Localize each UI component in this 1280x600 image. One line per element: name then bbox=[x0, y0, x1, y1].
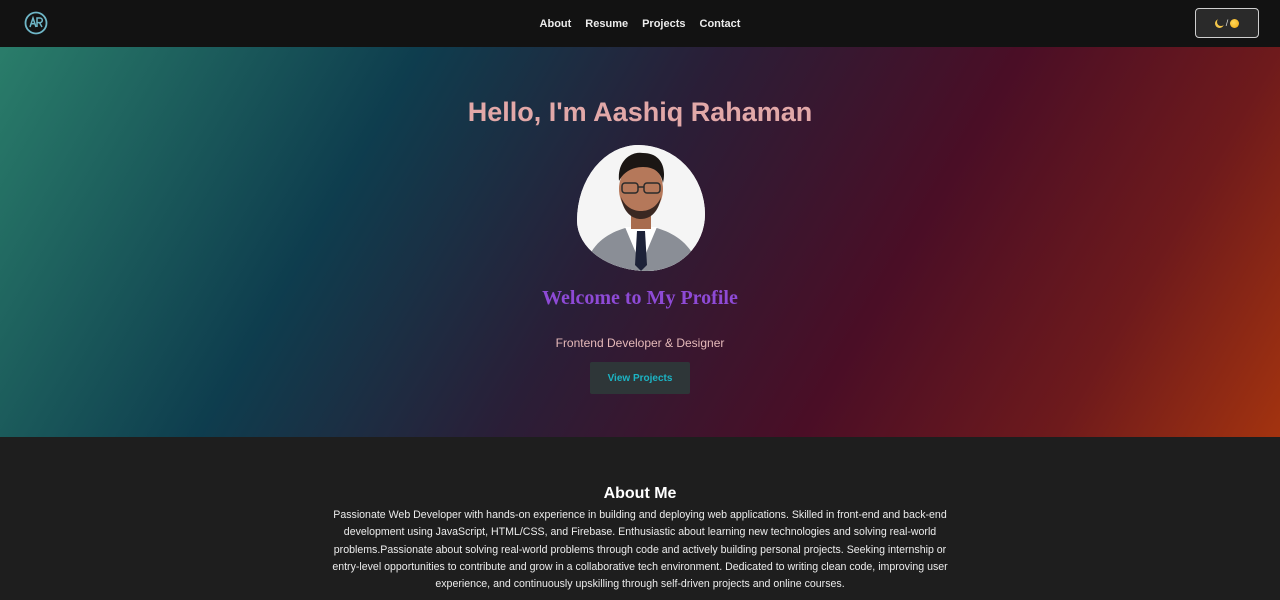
ar-monogram-icon[interactable] bbox=[24, 11, 48, 35]
theme-toggle-button[interactable]: / bbox=[1195, 8, 1259, 38]
view-projects-button[interactable]: View Projects bbox=[590, 362, 690, 394]
about-text: Passionate Web Developer with hands-on e… bbox=[332, 509, 948, 591]
hero-subtitle: Welcome to My Profile bbox=[542, 287, 738, 309]
hero-section: Hello, I'm Aashiq Rahaman Welcome to My … bbox=[0, 47, 1280, 437]
main-nav: About Resume Projects Contact bbox=[0, 0, 1280, 47]
about-title: About Me bbox=[603, 485, 677, 502]
nav-link-contact[interactable]: Contact bbox=[700, 18, 741, 30]
nav-link-resume[interactable]: Resume bbox=[585, 18, 628, 30]
theme-toggle-separator: / bbox=[1225, 18, 1229, 28]
nav-link-projects[interactable]: Projects bbox=[642, 18, 685, 30]
moon-icon bbox=[1214, 17, 1225, 28]
hero-title: Hello, I'm Aashiq Rahaman bbox=[467, 97, 813, 127]
about-section: About Me Passionate Web Developer with h… bbox=[0, 437, 1280, 600]
sun-icon bbox=[1230, 18, 1240, 28]
nav-link-about[interactable]: About bbox=[540, 18, 572, 30]
hero-role: Frontend Developer & Designer bbox=[555, 336, 725, 350]
navbar: About Resume Projects Contact / bbox=[0, 0, 1280, 47]
profile-photo bbox=[577, 145, 705, 271]
